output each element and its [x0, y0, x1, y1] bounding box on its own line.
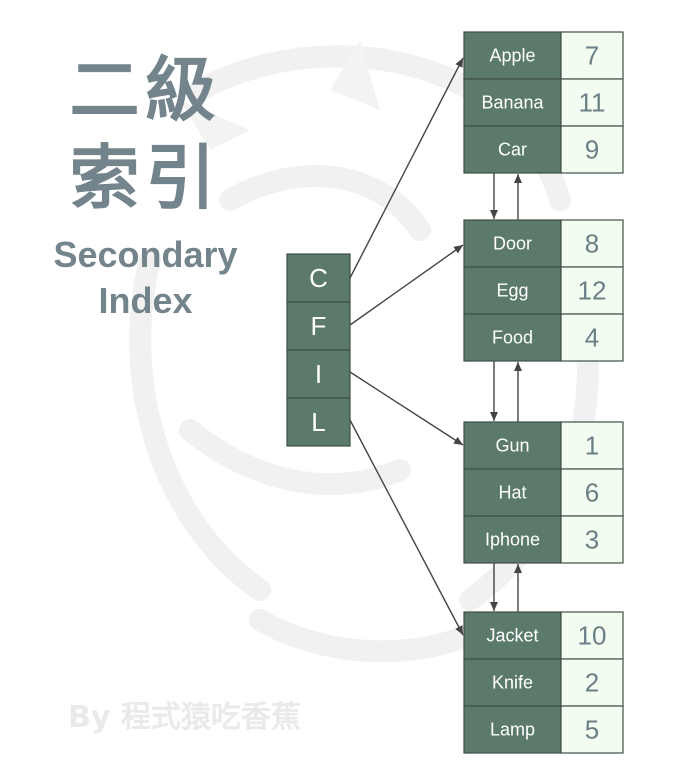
value-label: 9 [585, 135, 599, 165]
leaf-page: Apple 7 Banana 11 Car 9 [463, 31, 624, 174]
value-label: 4 [585, 323, 599, 353]
value-label: 5 [585, 715, 599, 745]
key-label: Car [498, 140, 527, 160]
pointer-arrow [349, 371, 464, 446]
value-label: 12 [578, 276, 607, 306]
index-key-label: F [311, 311, 327, 341]
key-label: Door [493, 234, 532, 254]
key-label: Banana [481, 93, 544, 113]
value-label: 1 [585, 431, 599, 461]
pointer-arrow [349, 57, 464, 279]
value-label: 7 [585, 41, 599, 71]
key-label: Jacket [486, 626, 538, 646]
index-key-label: L [311, 407, 325, 437]
leaf-page: Gun 1 Hat 6 Iphone 3 [463, 421, 624, 564]
key-label: Egg [496, 281, 528, 301]
value-label: 10 [578, 621, 607, 651]
key-label: Lamp [490, 720, 535, 740]
value-label: 2 [585, 668, 599, 698]
key-label: Food [492, 328, 533, 348]
value-label: 6 [585, 478, 599, 508]
key-label: Gun [495, 436, 529, 456]
pointer-arrow [349, 244, 464, 326]
key-label: Iphone [485, 530, 540, 550]
key-label: Knife [492, 673, 533, 693]
value-label: 8 [585, 229, 599, 259]
pointer-arrow [349, 419, 464, 636]
value-label: 11 [579, 88, 606, 118]
index-key-label: I [315, 359, 322, 389]
secondary-index-diagram: CFIL Apple 7Banana 11Car 9Door 8Egg 12Food 4Gu… [286, 31, 624, 754]
leaf-page: Jacket 10 Knife 2 Lamp 5 [463, 611, 624, 754]
value-label: 3 [585, 525, 599, 555]
key-label: Hat [498, 483, 526, 503]
leaf-page: Door 8 Egg 12 Food 4 [463, 219, 624, 362]
key-label: Apple [489, 46, 535, 66]
index-key-label: C [309, 263, 328, 293]
